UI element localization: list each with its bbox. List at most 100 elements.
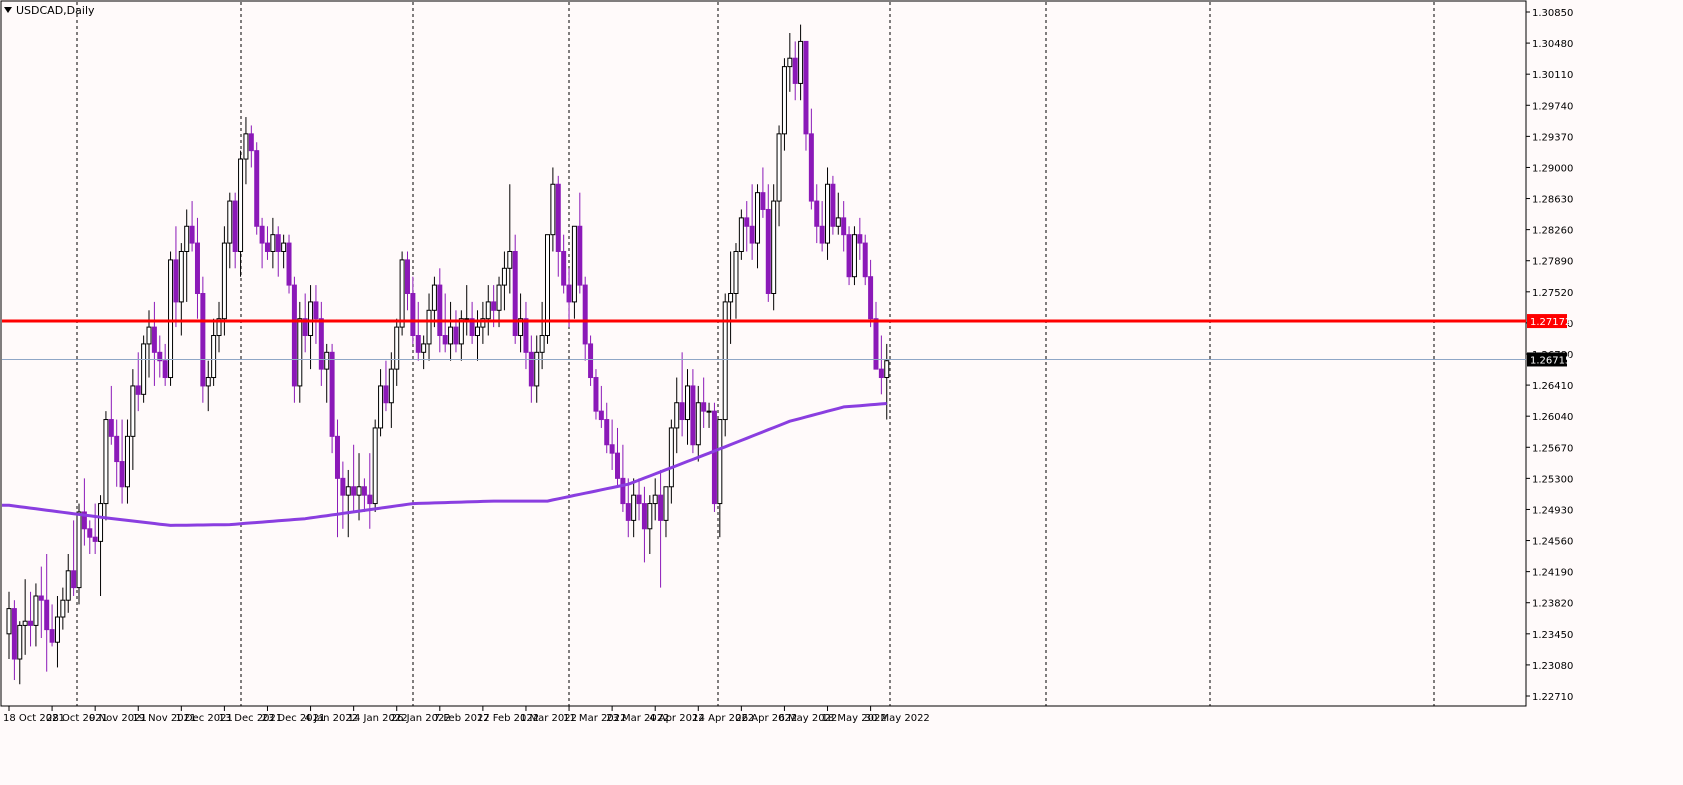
candle-body bbox=[738, 217, 744, 252]
candle-body bbox=[313, 301, 319, 320]
candle-body bbox=[733, 250, 739, 294]
chart-background bbox=[0, 0, 1683, 781]
price-tick-label: 1.23820 bbox=[1532, 599, 1573, 610]
candle-body bbox=[722, 301, 728, 421]
candle-body bbox=[108, 419, 114, 437]
candle-body bbox=[275, 234, 281, 252]
candle-body bbox=[561, 250, 567, 286]
candle-body bbox=[162, 360, 168, 379]
candle-body bbox=[668, 427, 674, 488]
candle-body bbox=[851, 234, 857, 278]
candle-body bbox=[674, 402, 680, 429]
candle-body bbox=[776, 133, 782, 202]
candle-body bbox=[442, 335, 448, 345]
price-tick-label: 1.22710 bbox=[1532, 692, 1573, 703]
candle-body bbox=[243, 133, 249, 160]
candle-body bbox=[787, 57, 793, 68]
candle-body bbox=[679, 402, 685, 421]
price-tick-label: 1.26040 bbox=[1532, 412, 1573, 423]
candle-body bbox=[329, 351, 335, 437]
candle-body bbox=[146, 326, 152, 345]
candle-body bbox=[431, 284, 437, 311]
candle-body bbox=[819, 225, 825, 244]
candle-body bbox=[340, 477, 346, 496]
candle-body bbox=[383, 385, 389, 404]
price-tick-label: 1.26410 bbox=[1532, 381, 1573, 392]
candle-body bbox=[631, 494, 637, 521]
candle-body bbox=[44, 599, 50, 631]
candle-body bbox=[361, 486, 367, 496]
candle-body bbox=[286, 242, 292, 286]
candle bbox=[200, 276, 206, 403]
candle bbox=[291, 276, 297, 403]
candle-body bbox=[528, 351, 534, 387]
candle-body bbox=[135, 385, 141, 395]
candle-body bbox=[38, 595, 44, 601]
candle-body bbox=[308, 301, 314, 337]
level-price-label: 1.27172 bbox=[1530, 317, 1571, 328]
candle-body bbox=[474, 326, 480, 337]
candle bbox=[771, 184, 777, 311]
candle-body bbox=[663, 486, 669, 521]
current-price-label: 1.26715 bbox=[1530, 355, 1571, 366]
candle-body bbox=[641, 503, 647, 530]
candle-body bbox=[334, 435, 340, 479]
candle-body bbox=[593, 377, 599, 412]
candle-body bbox=[232, 200, 238, 252]
candle-body bbox=[11, 608, 17, 660]
candle-body bbox=[690, 385, 696, 446]
candle-body bbox=[367, 494, 373, 505]
candle-body bbox=[87, 528, 93, 538]
candle-body bbox=[501, 267, 507, 286]
candle-body bbox=[862, 242, 868, 278]
candle-body bbox=[814, 200, 820, 227]
price-tick-label: 1.29370 bbox=[1532, 132, 1573, 143]
candle-body bbox=[755, 192, 761, 244]
candle bbox=[221, 226, 227, 336]
candle-body bbox=[6, 608, 12, 635]
candle-body bbox=[372, 427, 378, 505]
candle-body bbox=[825, 183, 831, 244]
candle-body bbox=[76, 511, 82, 589]
candle-body bbox=[868, 276, 874, 320]
candle-body bbox=[485, 301, 491, 320]
candle-body bbox=[404, 259, 410, 294]
candle-body bbox=[555, 183, 561, 252]
candle-body bbox=[491, 301, 497, 311]
price-axis: 1.30850 1.30480 1.30110 1.29740 1.29370 1.290… bbox=[1526, 8, 1573, 703]
candle-body bbox=[28, 620, 34, 626]
candle-body bbox=[582, 284, 588, 345]
candle-body bbox=[835, 217, 841, 227]
candle-body bbox=[178, 250, 184, 303]
candle-body bbox=[200, 292, 206, 387]
candle-body bbox=[254, 150, 260, 227]
candle-body bbox=[410, 292, 416, 337]
candle-body bbox=[227, 200, 233, 244]
candle-body bbox=[291, 284, 297, 387]
candle-body bbox=[114, 435, 120, 463]
candle-body bbox=[130, 385, 136, 437]
price-tick-label: 1.24190 bbox=[1532, 568, 1573, 579]
chart-title: USDCAD,Daily bbox=[4, 4, 95, 17]
candle-body bbox=[512, 250, 518, 337]
candle-body bbox=[577, 225, 583, 286]
candle-body bbox=[744, 217, 750, 227]
candle-body bbox=[625, 503, 631, 521]
symbol-title: USDCAD,Daily bbox=[16, 4, 95, 17]
candle-body bbox=[620, 477, 626, 505]
candle-body bbox=[803, 40, 809, 135]
price-tick-label: 1.29000 bbox=[1532, 163, 1573, 174]
candle-body bbox=[184, 225, 190, 252]
candle-body bbox=[356, 486, 362, 496]
candle-body bbox=[571, 225, 577, 303]
candlestick-chart[interactable]: 1.30850 1.30480 1.30110 1.29740 1.29370 1.290… bbox=[0, 0, 1683, 781]
candle-body bbox=[65, 570, 71, 601]
candle-body bbox=[345, 486, 351, 496]
candle-body bbox=[771, 200, 777, 294]
price-tick-label: 1.25670 bbox=[1532, 443, 1573, 454]
candle-body bbox=[760, 192, 766, 210]
candle-body bbox=[706, 410, 712, 413]
candle-body bbox=[22, 620, 28, 626]
candle-body bbox=[399, 259, 405, 328]
candle-body bbox=[878, 368, 884, 379]
